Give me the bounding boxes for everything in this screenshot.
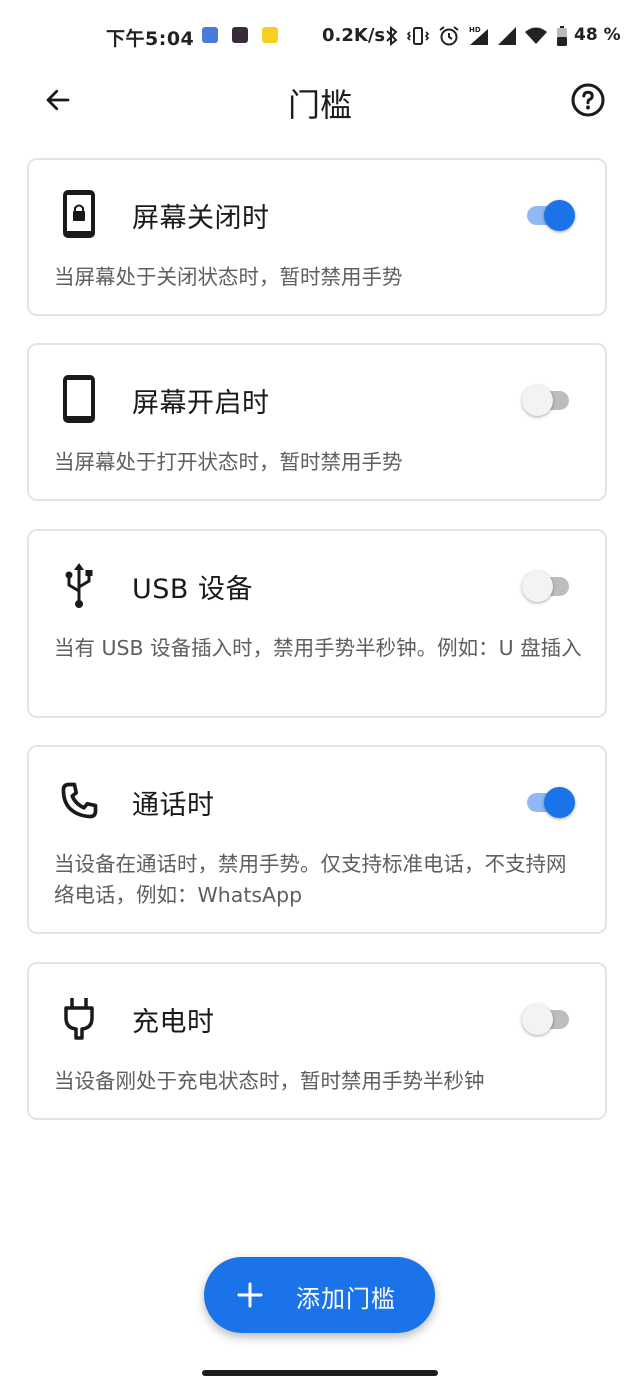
charging-toggle[interactable] [522, 1004, 575, 1035]
threshold-card-usb[interactable]: USB 设备 当有 USB 设备插入时，禁用手势半秒钟。例如：U 盘插入 [27, 529, 607, 718]
card-title: 通话时 [132, 790, 215, 821]
card-title: 充电时 [132, 1007, 215, 1038]
toggle-thumb [522, 385, 553, 416]
top-app-bar: 门槛 [0, 72, 640, 128]
screen-off-toggle[interactable] [523, 200, 575, 231]
usb-icon [57, 559, 101, 611]
help-button[interactable] [566, 78, 610, 122]
battery-percent: 48 % [574, 25, 621, 45]
network-speed: 0.2K/s [322, 25, 386, 46]
card-description: 当设备刚处于充电状态时，暂时禁用手势半秒钟 [54, 1069, 485, 1093]
screen-on-toggle[interactable] [522, 385, 575, 416]
svg-text:HD: HD [469, 26, 481, 34]
toggle-thumb [522, 571, 553, 602]
page-title: 门槛 [287, 86, 352, 124]
power-plug-icon [57, 992, 101, 1044]
bluetooth-icon [386, 25, 398, 47]
vibrate-icon [406, 27, 430, 45]
card-description: 当屏幕处于关闭状态时，暂时禁用手势 [54, 265, 403, 289]
card-description: 当有 USB 设备插入时，禁用手势半秒钟。例如：U 盘插入 [54, 636, 582, 660]
hd-signal-icon: HD [469, 26, 488, 45]
card-title: USB 设备 [132, 574, 254, 605]
card-title: 屏幕关闭时 [132, 203, 270, 234]
add-threshold-label: 添加门槛 [296, 1285, 396, 1313]
status-bar: 下午5:04 0.2K/s HD 48 % [0, 0, 640, 72]
signal-icon [498, 27, 516, 45]
app-notify-yellow-icon [262, 27, 278, 43]
threshold-card-charging[interactable]: 充电时 当设备刚处于充电状态时，暂时禁用手势半秒钟 [27, 962, 607, 1120]
threshold-card-screen-on[interactable]: 屏幕开启时 当屏幕处于打开状态时，暂时禁用手势 [27, 343, 607, 501]
toggle-thumb [544, 787, 575, 818]
add-threshold-button[interactable]: 添加门槛 [204, 1257, 435, 1333]
wifi-icon [525, 27, 547, 44]
threshold-card-screen-off[interactable]: 屏幕关闭时 当屏幕处于关闭状态时，暂时禁用手势 [27, 158, 607, 316]
usb-toggle[interactable] [522, 571, 575, 602]
phone-icon [57, 373, 101, 425]
home-indicator[interactable] [202, 1370, 438, 1376]
card-description: 当屏幕处于打开状态时，暂时禁用手势 [54, 450, 403, 474]
toggle-thumb [544, 200, 575, 231]
card-title: 屏幕开启时 [132, 388, 270, 419]
alarm-icon [439, 26, 459, 46]
lock-phone-icon [57, 188, 101, 240]
battery-icon [557, 26, 567, 46]
threshold-card-in-call[interactable]: 通话时 当设备在通话时，禁用手势。仅支持标准电话，不支持网络电话，例如：What… [27, 745, 607, 934]
plus-icon [237, 1282, 263, 1308]
help-circle-icon [571, 83, 605, 117]
app-notify-red-icon [232, 27, 248, 43]
in-call-toggle[interactable] [523, 787, 575, 818]
toggle-thumb [522, 1004, 553, 1035]
status-time: 下午5:04 [106, 28, 195, 50]
card-description: 当设备在通话时，禁用手势。仅支持标准电话，不支持网络电话，例如：WhatsApp [54, 852, 567, 907]
call-icon [57, 775, 101, 827]
app-notify-blue-icon [202, 27, 218, 43]
